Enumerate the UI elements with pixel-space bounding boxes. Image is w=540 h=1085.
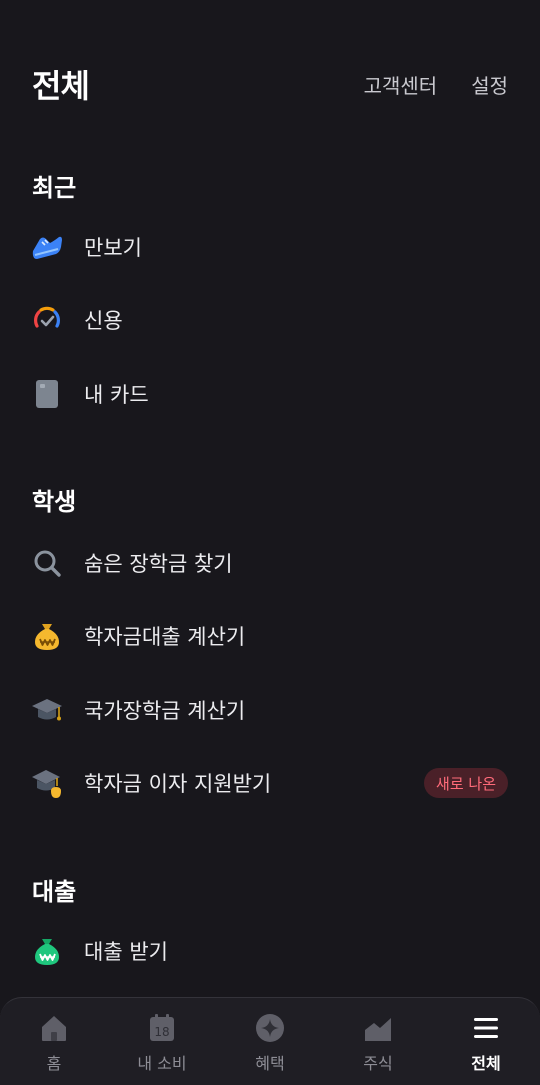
menu-item-credit[interactable]: 신용 — [0, 292, 540, 348]
menu-item-national-scholarship-calculator[interactable]: 국가장학금 계산기 — [0, 682, 540, 738]
header-links: 고객센터 설정 — [364, 70, 508, 99]
credit-gauge-icon — [29, 302, 65, 338]
stock-chart-icon — [362, 1012, 394, 1044]
section-title-loan: 대출 — [32, 878, 77, 906]
loan-bag-icon — [29, 933, 65, 969]
menu-item-student-loan-interest-support[interactable]: 학자금 이자 지원받기 새로 나온 — [0, 755, 540, 811]
tab-benefits[interactable]: 혜택 — [216, 998, 324, 1085]
graduation-cap-coin-icon — [29, 765, 65, 801]
menu-item-hidden-scholarship[interactable]: 숨은 장학금 찾기 — [0, 535, 540, 591]
menu-item-label: 학자금 이자 지원받기 — [84, 772, 272, 796]
calendar-icon: 18 — [146, 1012, 178, 1044]
graduation-cap-icon — [29, 692, 65, 728]
benefit-star-icon — [254, 1012, 286, 1044]
header: 전체 고객센터 설정 — [32, 58, 508, 110]
tab-label: 전체 — [471, 1054, 501, 1073]
menu-item-label: 국가장학금 계산기 — [84, 699, 246, 723]
menu-item-label: 신용 — [84, 309, 123, 333]
page-title: 전체 — [32, 67, 90, 105]
menu-item-student-loan-calculator[interactable]: 학자금대출 계산기 — [0, 608, 540, 664]
menu-item-pedometer[interactable]: 만보기 — [0, 219, 540, 275]
tab-label: 혜택 — [255, 1054, 285, 1073]
sneaker-icon — [29, 229, 65, 265]
tab-home[interactable]: 홈 — [0, 998, 108, 1085]
app-screen: 전체 고객센터 설정 최근 만보기 신용 내 카드 학생 숨은 장학금 찾기 학… — [0, 0, 540, 1085]
settings-link[interactable]: 설정 — [471, 70, 508, 99]
tab-label: 내 소비 — [137, 1054, 187, 1073]
menu-item-label: 학자금대출 계산기 — [84, 625, 246, 649]
bottom-tab-bar: 홈 18 내 소비 혜택 주식 전체 — [0, 997, 540, 1085]
card-icon — [29, 376, 65, 412]
customer-center-link[interactable]: 고객센터 — [364, 70, 438, 99]
menu-icon — [470, 1012, 502, 1044]
search-icon — [29, 545, 65, 581]
tab-label: 주식 — [363, 1054, 393, 1073]
tab-stocks[interactable]: 주식 — [324, 998, 432, 1085]
section-title-recent: 최근 — [32, 174, 77, 202]
tab-my-spending[interactable]: 18 내 소비 — [108, 998, 216, 1085]
menu-item-label: 숨은 장학금 찾기 — [84, 552, 233, 576]
new-badge: 새로 나온 — [424, 768, 508, 798]
home-icon — [38, 1012, 70, 1044]
section-title-student: 학생 — [32, 488, 77, 516]
menu-item-my-card[interactable]: 내 카드 — [0, 366, 540, 422]
menu-item-get-loan[interactable]: 대출 받기 — [0, 923, 540, 979]
calendar-day-text: 18 — [154, 1025, 169, 1039]
tab-label: 홈 — [46, 1054, 62, 1073]
tab-all[interactable]: 전체 — [432, 998, 540, 1085]
menu-item-label: 내 카드 — [84, 383, 149, 407]
menu-item-label: 대출 받기 — [84, 940, 168, 964]
money-bag-icon — [29, 618, 65, 654]
menu-item-label: 만보기 — [84, 236, 142, 260]
